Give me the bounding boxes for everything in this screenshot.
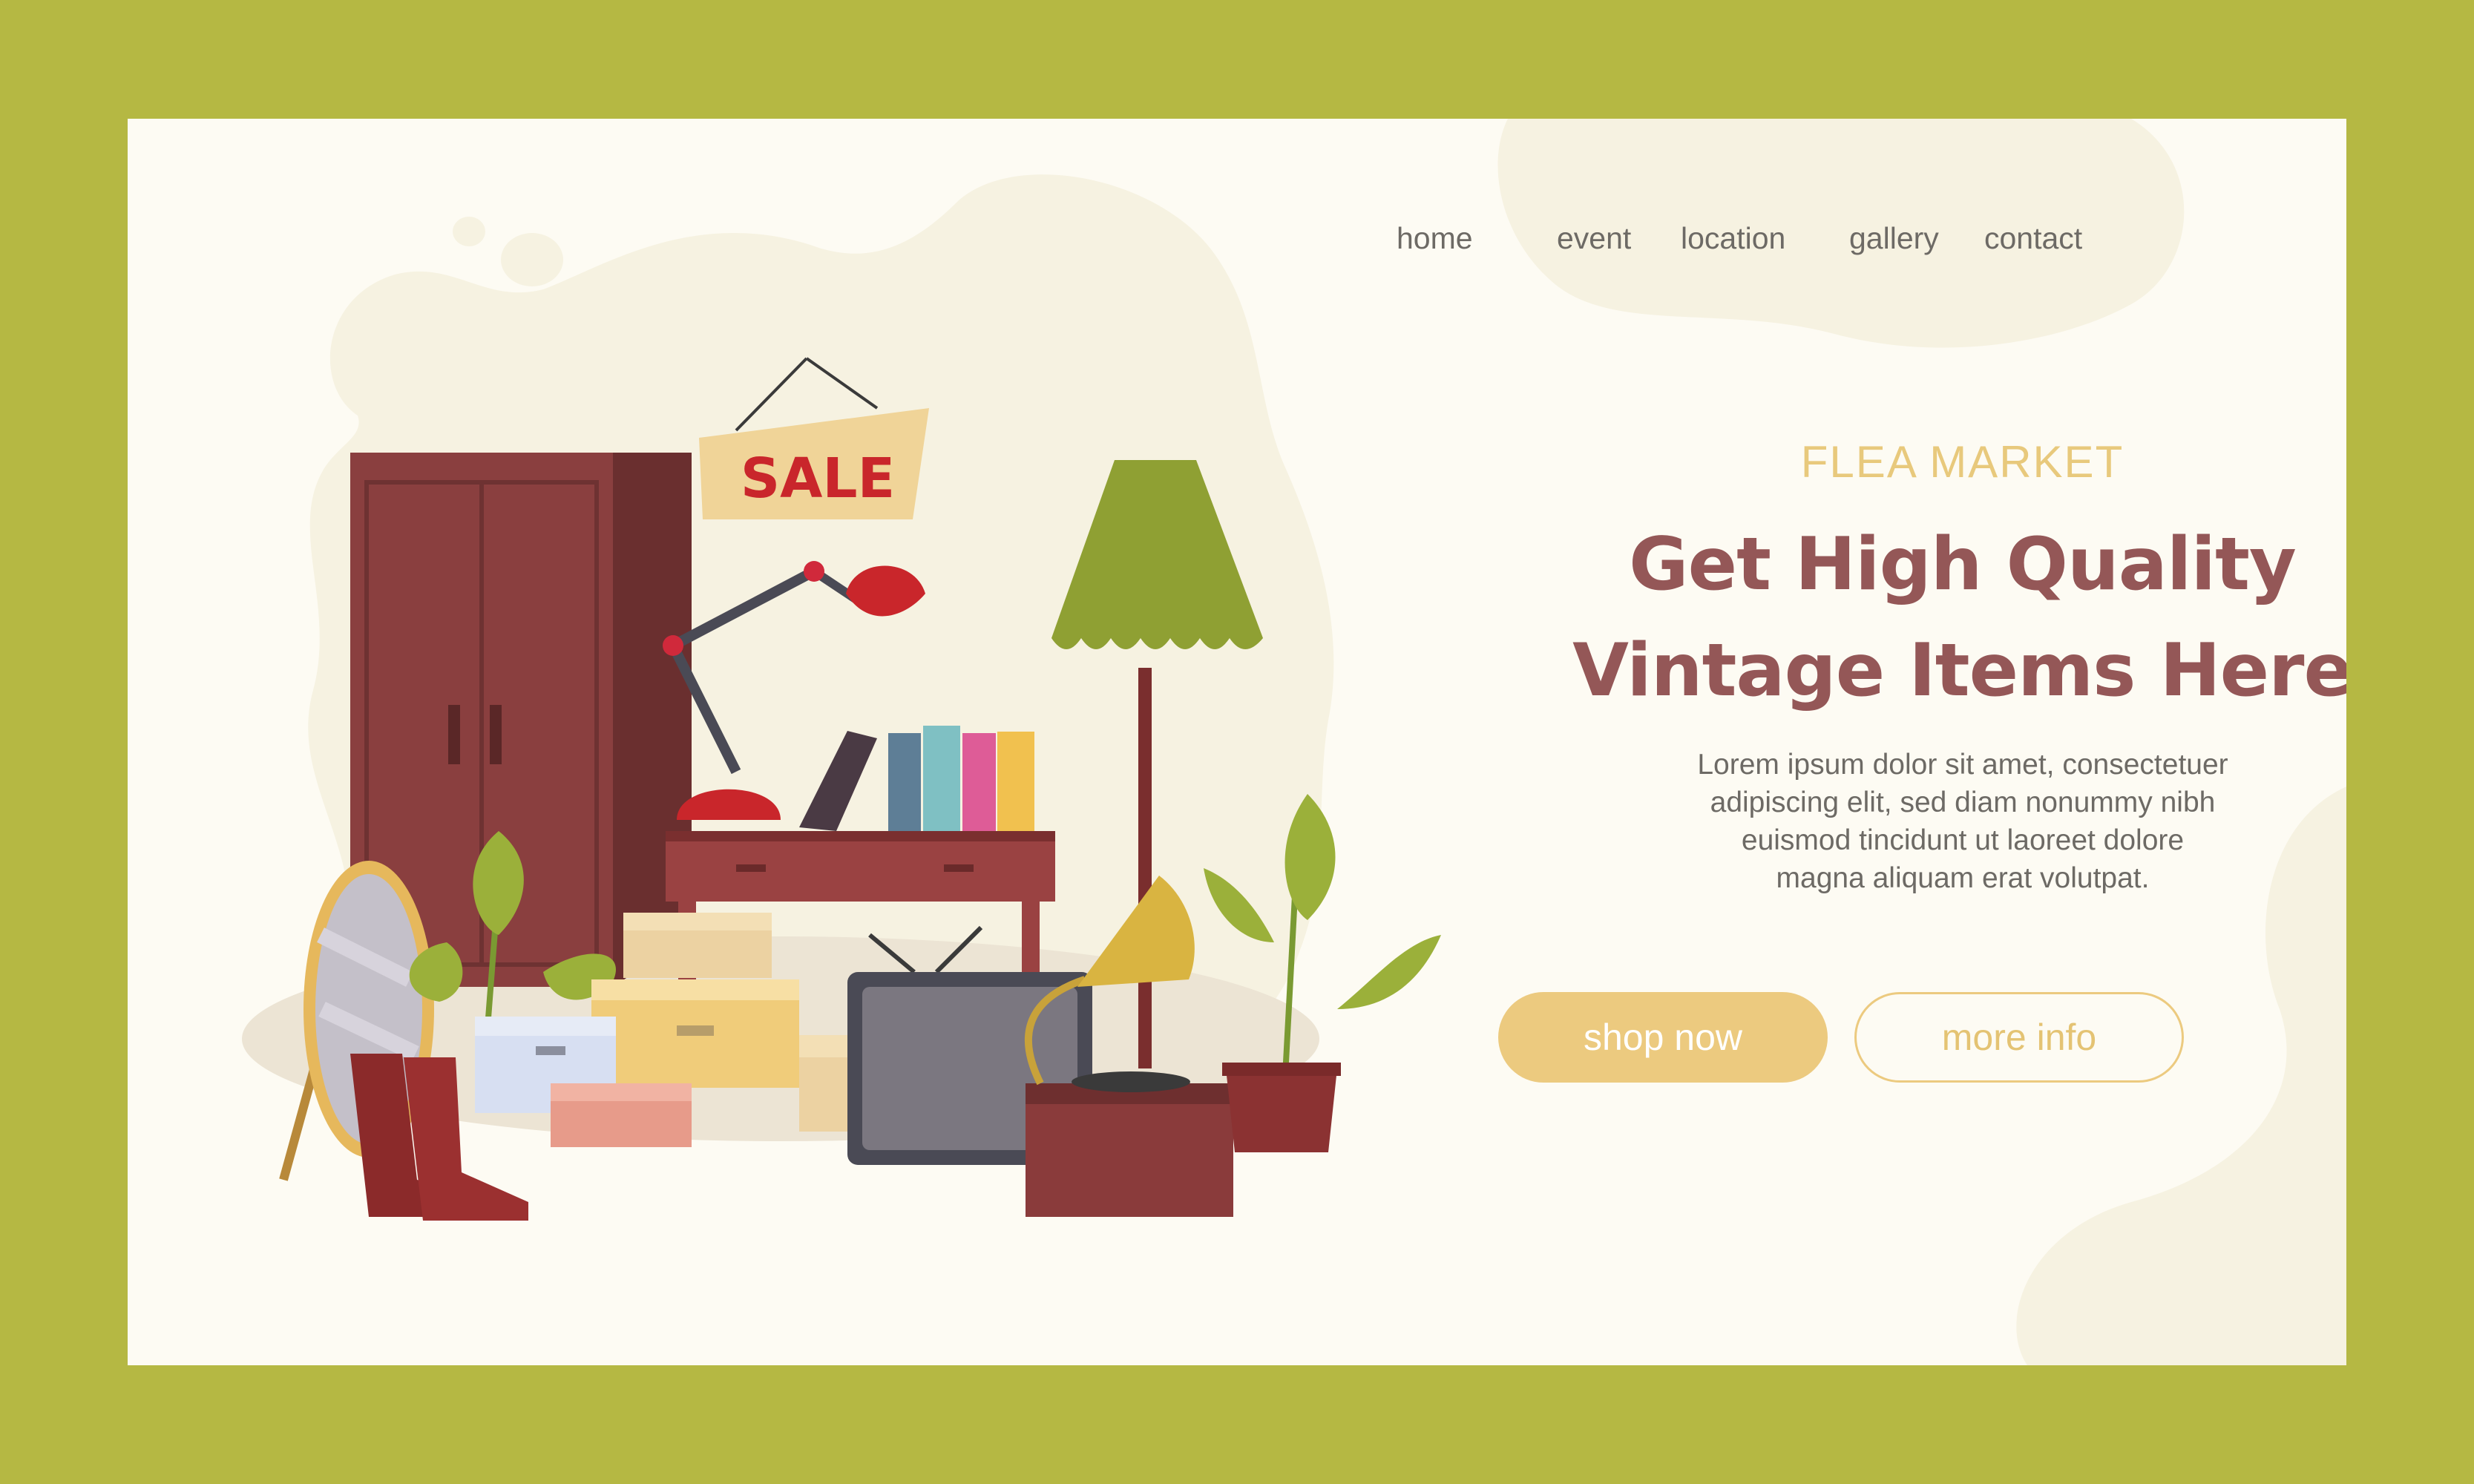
description-line-2: adipiscing elit, sed diam nonummy nibh (1710, 787, 2216, 818)
main-nav: home event location gallery contact (1397, 221, 2346, 280)
sale-sign: SALE (699, 357, 929, 519)
nav-link-contact[interactable]: contact (1984, 221, 2082, 256)
description-line-4: magna aliquam erat volutpat. (1776, 862, 2150, 894)
mirror (279, 861, 434, 1181)
landing-card: SALE home event location gallery contact… (128, 119, 2346, 1365)
flea-market-illustration: SALE (242, 357, 1441, 1221)
description-line-1: Lorem ipsum dolor sit amet, consectetuer (1697, 749, 2228, 781)
page-headline: Get High Quality Vintage Items Here (1378, 512, 2346, 724)
hero-description: Lorem ipsum dolor sit amet, consectetuer… (1486, 746, 2346, 897)
right-plant (1204, 794, 1441, 1152)
section-eyebrow: FLEA MARKET (1800, 437, 2124, 487)
headline-line-1: Get High Quality (1629, 522, 2297, 607)
nav-link-gallery[interactable]: gallery (1849, 221, 1939, 256)
sale-sign-text: SALE (741, 447, 895, 510)
description-line-3: euismod tincidunt ut laoreet dolore (1741, 824, 2185, 856)
headline-line-2: Vintage Items Here (1572, 628, 2346, 713)
nav-link-location[interactable]: location (1681, 221, 1785, 256)
more-info-button[interactable]: more info (1854, 992, 2184, 1083)
books (799, 726, 1034, 831)
nav-link-home[interactable]: home (1397, 221, 1473, 256)
nav-link-event[interactable]: event (1557, 221, 1631, 256)
shop-now-button[interactable]: shop now (1498, 992, 1828, 1083)
desk-lamp (663, 561, 925, 820)
